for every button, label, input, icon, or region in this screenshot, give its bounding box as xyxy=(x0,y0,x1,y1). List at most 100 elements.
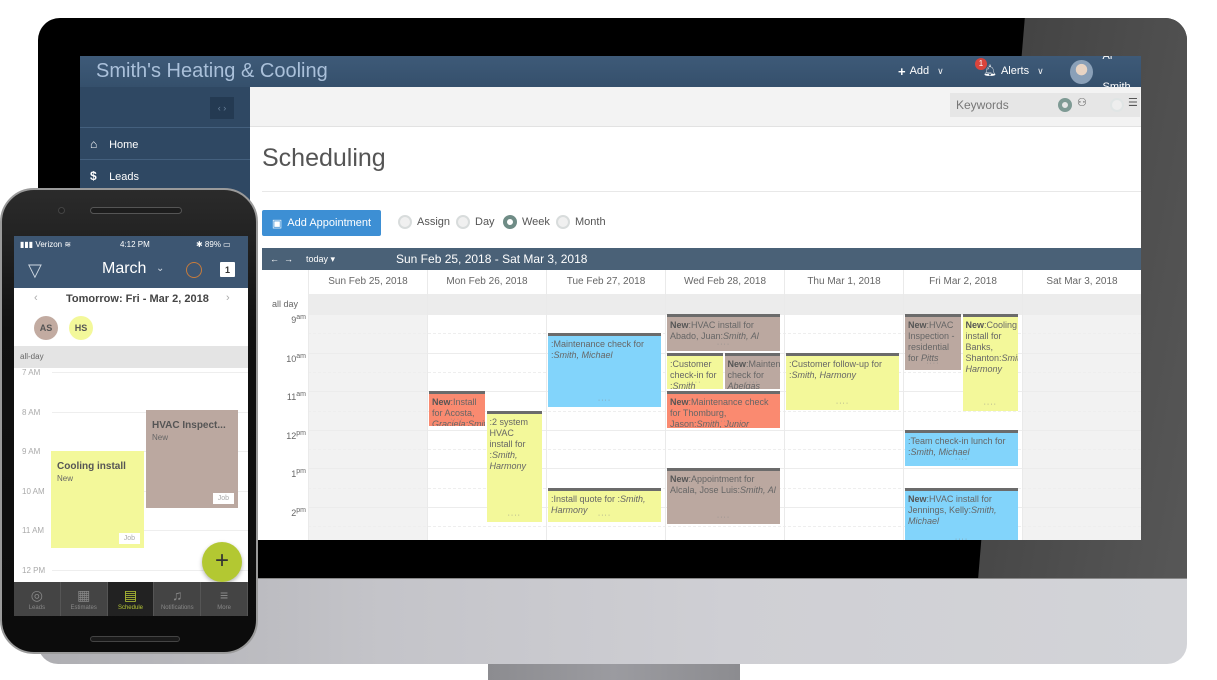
calendar-event[interactable]: :Team check-in lunch for :Smith, Michael… xyxy=(905,429,1018,467)
resize-handle[interactable]: ···· xyxy=(905,454,1018,465)
add-menu[interactable]: + Add ∨ xyxy=(898,56,944,87)
resize-handle[interactable]: ···· xyxy=(548,395,661,406)
all-day-row[interactable] xyxy=(262,294,1141,314)
resize-handle[interactable]: ···· xyxy=(667,416,780,427)
calendar-event[interactable]: New:HVAC install for Abado, Juan:Smith, … xyxy=(667,314,780,351)
sidebar-item-label: Home xyxy=(109,139,139,151)
alerts-menu[interactable]: 1 🔔︎ Alerts ∨ xyxy=(975,56,1044,87)
event-assignee: Smith, Michael xyxy=(553,350,613,361)
calendar-event[interactable]: New:HVAC Inspection - residential for Pi… xyxy=(905,314,961,370)
prev-week-arrow-icon[interactable]: ← xyxy=(270,248,279,270)
user-menu[interactable]: Al Smith xyxy=(1070,56,1141,93)
timer-icon[interactable] xyxy=(186,262,202,278)
event-assignee: Smith, Harmony xyxy=(791,369,857,380)
view-option-day[interactable]: Day xyxy=(456,215,495,229)
tab-notifications[interactable]: ♫ Notifications xyxy=(154,582,202,616)
phone-event-hvac-inspection[interactable]: HVAC Inspect... New Job xyxy=(146,410,238,508)
event-status-prefix: New xyxy=(670,397,689,408)
day-column-header[interactable]: Wed Feb 28, 2018 xyxy=(665,270,784,294)
calendar-event[interactable]: :Customer follow-up for :Smith, Harmony ·… xyxy=(786,352,899,411)
tab-more[interactable]: ≡ More xyxy=(201,582,248,616)
tab-estimates[interactable]: ▦ Estimates xyxy=(61,582,108,616)
view-option-week[interactable]: Week xyxy=(503,215,550,229)
sidebar-item-home[interactable]: ⌂ Home xyxy=(80,127,250,159)
tab-schedule[interactable]: ▤ Schedule xyxy=(107,582,155,616)
resize-handle[interactable]: ···· xyxy=(963,399,1019,410)
calendar-today-icon[interactable]: 1 xyxy=(220,262,235,277)
next-week-arrow-icon[interactable]: → xyxy=(284,248,293,270)
today-dropdown[interactable]: today ▾ xyxy=(306,248,335,270)
home-icon: ⌂ xyxy=(90,137,98,151)
list-icon: ☰ xyxy=(1128,97,1138,109)
resize-handle[interactable]: ···· xyxy=(429,414,485,425)
calendar-event[interactable]: New:Appointment for Alcala, Jose Luis:Sm… xyxy=(667,468,780,525)
resize-handle[interactable]: ···· xyxy=(725,377,781,388)
phone-app-header: ▽ March ⌄ 1 xyxy=(14,254,248,288)
chevron-down-icon[interactable]: ⌄ xyxy=(156,263,164,274)
calendar-event[interactable]: :Install quote for :Smith, Harmony ···· xyxy=(548,487,661,523)
phone-camera xyxy=(58,207,65,214)
day-column-header[interactable]: Thu Mar 1, 2018 xyxy=(784,270,903,294)
day-column-header[interactable]: Fri Mar 2, 2018 xyxy=(903,270,1022,294)
filter-icon[interactable]: ▽ xyxy=(28,260,42,281)
next-day-chevron-icon[interactable]: › xyxy=(226,292,230,304)
app-title[interactable]: Smith's Heating & Cooling xyxy=(96,58,328,84)
week-calendar-grid: all day Sun Feb 25, 2018 Mon Feb 26, 2018… xyxy=(262,270,1141,540)
tech-chip-as[interactable]: AS xyxy=(34,316,58,340)
resize-handle[interactable]: ···· xyxy=(487,510,543,521)
tech-chip-hs[interactable]: HS xyxy=(69,316,93,340)
resize-handle[interactable]: ···· xyxy=(905,534,1018,540)
sidebar-item-leads[interactable]: $ Leads xyxy=(80,159,250,191)
phone-date-nav: ‹ Tomorrow: Fri - Mar 2, 2018 › xyxy=(14,288,248,310)
tab-label: More xyxy=(217,605,231,611)
calendar-toolbar: ← → today ▾ Sun Feb 25, 2018 - Sat Mar 3… xyxy=(262,248,1141,270)
day-column-header[interactable]: Mon Feb 26, 2018 xyxy=(427,270,546,294)
radio-button[interactable] xyxy=(398,215,412,229)
resize-handle[interactable]: ···· xyxy=(667,339,780,350)
tab-label: Schedule xyxy=(117,605,143,611)
phone-screen: ▮▮▮ Verizon ≋ 4:12 PM ✱ 89% ▭ ▽ March ⌄ … xyxy=(14,236,248,616)
people-icon: ⚇ xyxy=(1077,97,1087,109)
prev-day-chevron-icon[interactable]: ‹ xyxy=(34,292,38,304)
leads-icon: ◎ xyxy=(30,587,43,603)
calendar-event[interactable]: New:Maintenance check for Thomburg, Jaso… xyxy=(667,391,780,428)
phone-event-cooling-install[interactable]: Cooling install New Job xyxy=(51,451,144,548)
calendar-event[interactable]: :Customer check-in for :Smith ···· xyxy=(667,352,723,390)
calendar-event[interactable]: New:HVAC install for Jennings, Kelly:Smi… xyxy=(905,487,1018,540)
day-divider xyxy=(308,270,309,540)
calendar-event[interactable]: :2 system HVAC install for :Smith, Harmo… xyxy=(486,410,543,523)
add-appointment-button[interactable]: ▣ Add Appointment xyxy=(262,210,381,236)
tab-leads[interactable]: ◎ Leads xyxy=(14,582,61,616)
radio-button[interactable] xyxy=(456,215,470,229)
resize-handle[interactable]: ···· xyxy=(667,377,723,388)
month-selector[interactable]: March xyxy=(102,260,146,278)
sidebar-collapse-toggle[interactable]: ‹ › xyxy=(210,97,234,119)
resize-handle[interactable]: ···· xyxy=(786,398,899,409)
add-label: Add xyxy=(909,65,930,77)
tab-label: Estimates xyxy=(70,605,97,611)
calendar-event[interactable]: :Maintenance check for :Smith, Michael ··… xyxy=(548,333,661,407)
search-mode-people-radio[interactable] xyxy=(1058,98,1072,112)
radio-button-selected[interactable] xyxy=(503,215,517,229)
all-day-label: all day xyxy=(262,294,308,314)
add-fab-button[interactable]: + xyxy=(202,542,242,582)
resize-handle[interactable]: ···· xyxy=(905,358,961,369)
calendar-event[interactable]: New:Install for Acosta, Graciela:Smith··… xyxy=(429,391,485,426)
day-column-header[interactable]: Sat Mar 3, 2018 xyxy=(1022,270,1141,294)
hour-label: 9am xyxy=(262,314,306,325)
calendar-event[interactable]: New:Maintenance check for Abelgas···· xyxy=(724,352,781,390)
more-icon: ≡ xyxy=(220,587,229,603)
day-column-header[interactable]: Tue Feb 27, 2018 xyxy=(546,270,665,294)
phone-hour-label: 7 AM xyxy=(22,368,41,377)
resize-handle[interactable]: ···· xyxy=(548,510,661,521)
keywords-input[interactable] xyxy=(956,93,1046,117)
hour-ampm: pm xyxy=(296,468,306,476)
calendar-event[interactable]: New:Cooling install for Banks, Shanton:S… xyxy=(962,314,1019,411)
view-option-month[interactable]: Month xyxy=(556,215,606,229)
radio-button[interactable] xyxy=(556,215,570,229)
view-option-assign[interactable]: Assign xyxy=(398,215,450,229)
chevron-down-icon: ∨ xyxy=(1037,66,1044,76)
day-column-header[interactable]: Sun Feb 25, 2018 xyxy=(308,270,427,294)
resize-handle[interactable]: ···· xyxy=(667,512,780,523)
search-mode-list-radio[interactable] xyxy=(1110,98,1124,112)
